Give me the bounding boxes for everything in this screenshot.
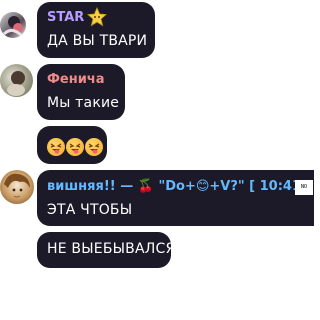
message-text: ДА ВЫ ТВАРИ — [47, 33, 148, 49]
squinting-tongue-face-icon — [47, 137, 65, 156]
message-bubble[interactable] — [37, 126, 107, 164]
author-name[interactable]: STAR — [47, 10, 84, 25]
squinting-tongue-face-icon — [85, 137, 103, 156]
avatar-image — [4, 173, 30, 198]
emoji-row — [47, 136, 104, 156]
star-emoji-icon — [87, 6, 107, 31]
message-bubble[interactable]: НЕ ВЫЕБЫВАЛСЯ — [37, 232, 175, 268]
message-bubble[interactable]: STAR ДА ВЫ ТВАРИ — [37, 2, 155, 58]
avatar[interactable] — [0, 170, 34, 204]
squinting-tongue-face-icon — [66, 137, 84, 156]
author-name[interactable]: Фенича — [47, 72, 105, 87]
author-badge: NO DOMI — [295, 180, 313, 195]
avatar[interactable] — [0, 12, 26, 38]
message-bubble[interactable]: вишняя!! — 🍒 "Do+😊+V?" [ 10:41.] NO DOMI… — [37, 170, 314, 226]
avatar[interactable] — [0, 64, 33, 97]
message-bubble[interactable]: Фенича Мы такие — [37, 64, 125, 120]
message-text: ЭТА ЧТОБЫ — [47, 202, 133, 218]
avatar-image — [7, 71, 25, 96]
avatar-image — [2, 16, 24, 38]
author-name[interactable]: вишняя!! — 🍒 "Do+😊+V?" [ 10:41.] — [47, 179, 312, 194]
message-text: НЕ ВЫЕБЫВАЛСЯ — [47, 241, 176, 257]
message-text: Мы такие — [47, 95, 120, 111]
